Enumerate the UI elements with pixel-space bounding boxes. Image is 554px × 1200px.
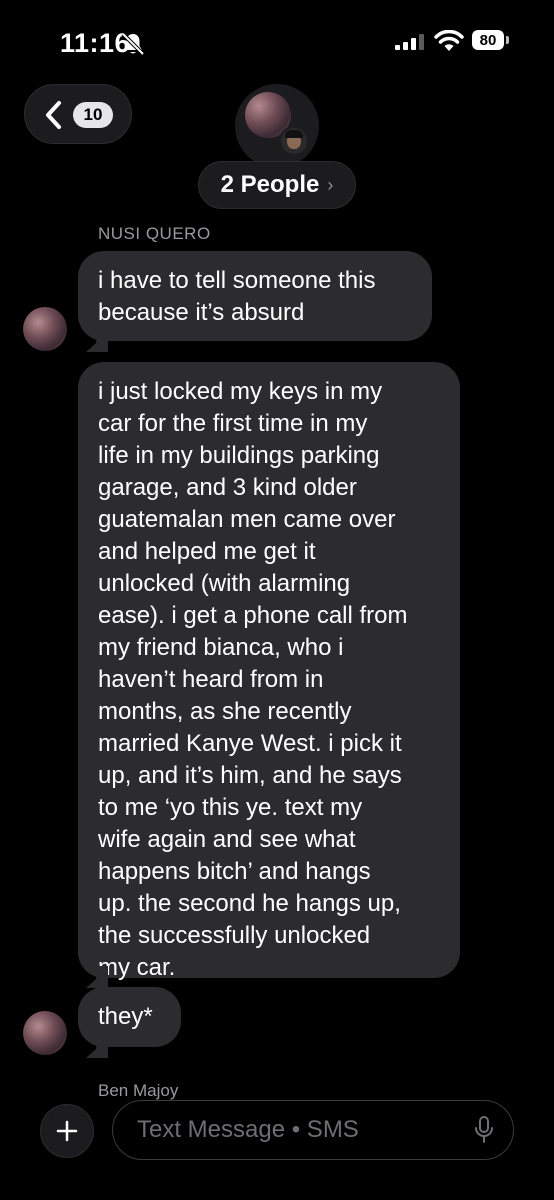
contact-avatar[interactable] bbox=[23, 307, 67, 351]
sender-name: NUSI QUERO bbox=[98, 224, 211, 243]
message-line: the successfully unlocked bbox=[98, 922, 371, 949]
message-line: months, as she recently bbox=[98, 698, 352, 725]
message-line: up. the second he hangs up, bbox=[98, 890, 401, 917]
unread-count-badge: 10 bbox=[73, 102, 113, 128]
message-line: up, and it’s him, and he says bbox=[98, 762, 402, 789]
message-line: unlocked (with alarming bbox=[98, 570, 351, 597]
contact-avatar[interactable] bbox=[23, 1011, 67, 1055]
message-input-bar: Text Message • SMS bbox=[0, 1090, 554, 1200]
avatar-ben bbox=[279, 126, 309, 156]
battery-tip bbox=[506, 36, 509, 44]
chevron-left-icon bbox=[46, 101, 61, 129]
message-line: my car. bbox=[98, 954, 176, 981]
chevron-right-icon: › bbox=[327, 174, 334, 195]
message-placeholder: Text Message • SMS bbox=[137, 1116, 359, 1143]
message-line: car for the first time in my bbox=[98, 410, 368, 437]
back-button[interactable]: 10 bbox=[24, 84, 132, 144]
message-line: happens bitch’ and hangs bbox=[98, 858, 371, 885]
plus-icon bbox=[56, 1120, 78, 1142]
battery-level: 80 bbox=[472, 30, 504, 50]
message-line: ease). i get a phone call from bbox=[98, 602, 408, 629]
group-details-button[interactable]: 2 People › bbox=[198, 161, 356, 209]
message-line: and helped me get it bbox=[98, 538, 316, 565]
message-line: i just locked my keys in my bbox=[98, 378, 383, 405]
wifi-icon bbox=[434, 30, 464, 51]
group-avatar[interactable] bbox=[235, 84, 319, 168]
message-line: my friend bianca, who i bbox=[98, 634, 344, 661]
message-line: haven’t heard from in bbox=[98, 666, 324, 693]
message-line: i have to tell someone this bbox=[98, 267, 376, 294]
cellular-signal-icon bbox=[395, 34, 424, 50]
message-line: because it’s absurd bbox=[98, 299, 305, 326]
memoji-face bbox=[285, 130, 303, 149]
message-bubble[interactable]: i just locked my keys in my car for the f… bbox=[78, 362, 460, 981]
add-attachment-button[interactable] bbox=[40, 1104, 94, 1158]
message-line: life in my buildings parking bbox=[98, 442, 380, 469]
microphone-icon[interactable] bbox=[473, 1115, 495, 1145]
bell-slash-icon bbox=[121, 32, 145, 56]
message-line: guatemalan men came over bbox=[98, 506, 396, 533]
message-line: to me ‘yo this ye. text my bbox=[98, 794, 363, 821]
battery-indicator: 80 bbox=[472, 30, 510, 52]
group-label: 2 People bbox=[220, 171, 320, 198]
message-bubble[interactable]: i have to tell someone this because it’s… bbox=[78, 251, 432, 341]
message-line: garage, and 3 kind older bbox=[98, 474, 357, 501]
message-bubble[interactable]: they* bbox=[78, 987, 181, 1047]
message-line: wife again and see what bbox=[98, 826, 356, 853]
message-text-field[interactable]: Text Message • SMS bbox=[112, 1100, 514, 1160]
status-bar: 11:16 80 bbox=[0, 0, 554, 80]
message-line: married Kanye West. i pick it bbox=[98, 730, 402, 757]
message-line: they* bbox=[98, 1003, 153, 1030]
